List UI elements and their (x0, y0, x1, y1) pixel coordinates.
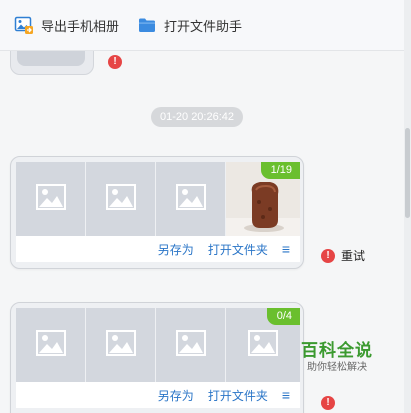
image-placeholder-icon (175, 329, 206, 361)
image-thumbnail[interactable] (86, 162, 156, 236)
send-failed-icon: ! (321, 248, 335, 263)
image-thumbnail[interactable] (86, 308, 156, 382)
chat-window: 导出手机相册 打开文件助手 ! 01-20 20:26:42 1/19 另存为 … (0, 0, 411, 413)
send-failed-icon: ! (321, 396, 335, 410)
save-as-link[interactable]: 另存为 (158, 241, 194, 258)
image-group-bubble[interactable]: 1/19 另存为 打开文件夹 ≡ (10, 156, 304, 269)
watermark-title: 百科全说 (301, 341, 373, 360)
image-placeholder-icon (248, 329, 278, 361)
open-file-helper-label: 打开文件助手 (164, 18, 243, 34)
vertical-scrollbar[interactable] (404, 0, 411, 413)
export-image-icon (14, 15, 34, 35)
bubble-action-bar: 另存为 打开文件夹 ≡ (16, 236, 300, 262)
image-placeholder-icon (105, 183, 136, 215)
watermark: 百科全说 助你轻松解决 (294, 341, 380, 375)
image-placeholder-icon (105, 329, 136, 361)
image-placeholder-icon (35, 329, 66, 361)
previous-image-thumb (17, 51, 85, 66)
thumbnail-strip: 1/19 (16, 162, 300, 236)
image-thumbnail[interactable] (156, 162, 226, 236)
export-phone-album-button[interactable]: 导出手机相册 (14, 11, 119, 39)
watermark-subtitle: 助你轻松解决 (307, 362, 367, 373)
image-thumbnail[interactable] (16, 162, 86, 236)
image-count-badge: 1/19 (260, 162, 300, 179)
retry-button[interactable]: ! 重试 (321, 247, 365, 264)
message-timestamp: 01-20 20:26:42 (151, 107, 244, 127)
more-menu-icon[interactable]: ≡ (282, 241, 290, 257)
photo-thumbnail[interactable]: 1/19 (226, 162, 300, 236)
image-thumbnail[interactable] (156, 308, 226, 382)
retry-label: 重试 (341, 249, 366, 263)
image-placeholder-icon (35, 183, 66, 215)
open-file-helper-button[interactable]: 打开文件助手 (137, 11, 242, 39)
toolbar: 导出手机相册 打开文件助手 (0, 0, 404, 51)
image-thumbnail[interactable] (16, 308, 86, 382)
send-failed-icon: ! (108, 55, 122, 69)
image-count-badge: 0/4 (266, 308, 300, 325)
previous-image-bubble[interactable] (10, 51, 94, 75)
open-folder-link[interactable]: 打开文件夹 (208, 387, 268, 404)
thumbnail-strip: 0/4 (16, 308, 300, 382)
image-group-bubble[interactable]: 0/4 另存为 打开文件夹 ≡ (10, 302, 304, 413)
bubble-action-bar: 另存为 打开文件夹 ≡ (16, 382, 300, 408)
scrollbar-thumb[interactable] (405, 128, 410, 218)
open-folder-link[interactable]: 打开文件夹 (208, 241, 268, 258)
more-menu-icon[interactable]: ≡ (282, 387, 290, 403)
save-as-link[interactable]: 另存为 (158, 387, 194, 404)
image-placeholder-icon (175, 183, 206, 215)
export-phone-album-label: 导出手机相册 (41, 18, 120, 34)
image-thumbnail[interactable]: 0/4 (226, 308, 300, 382)
folder-icon (137, 15, 157, 35)
